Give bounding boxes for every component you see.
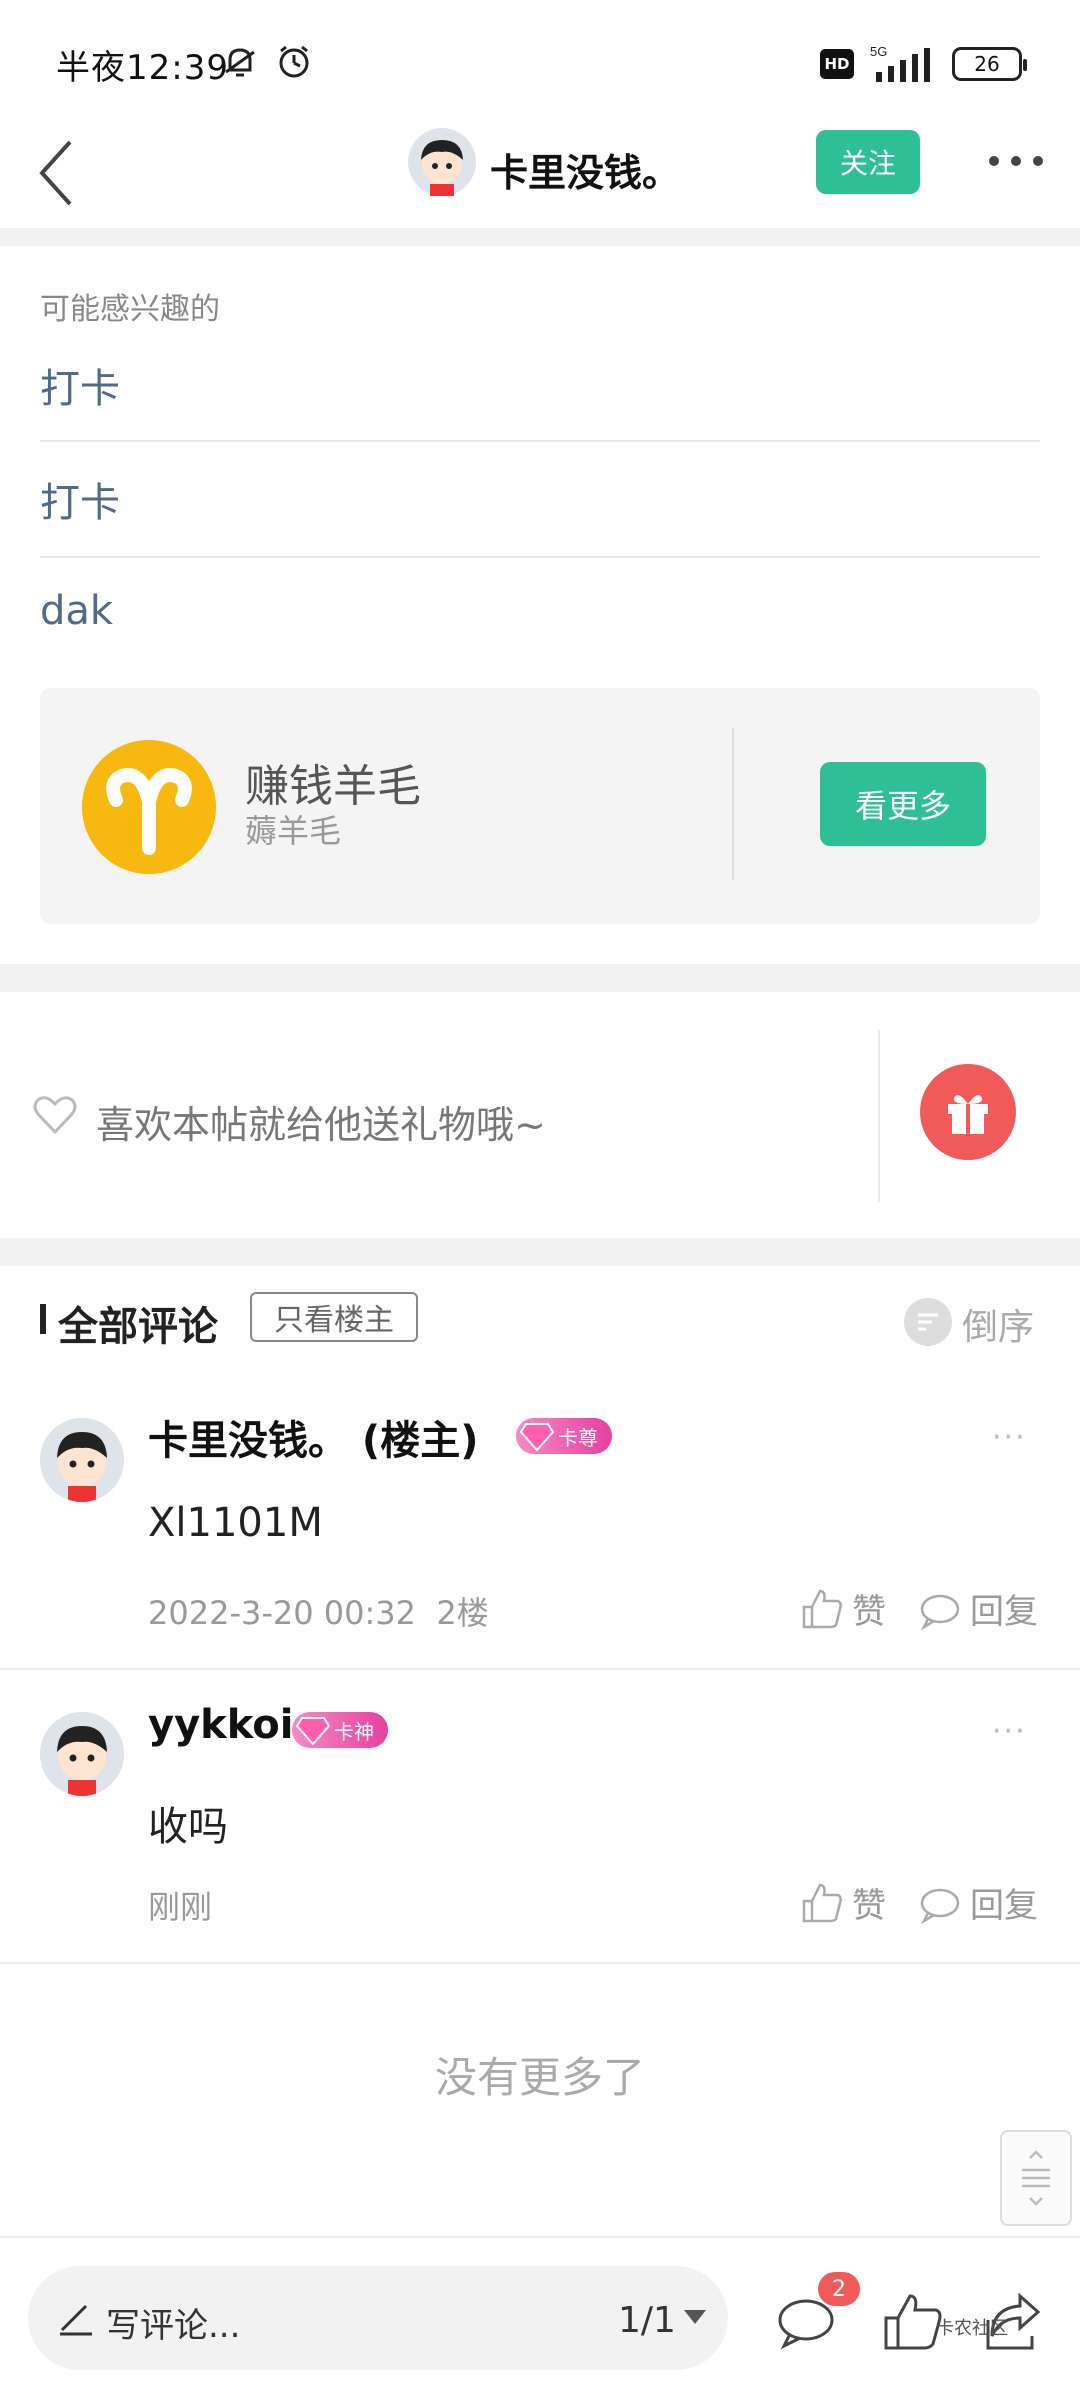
author-name[interactable]: 卡里没钱。 [490, 142, 680, 197]
status-time: 半夜12:39 [56, 48, 229, 88]
comment-body: 收吗 [148, 1804, 228, 1850]
back-arrow-icon[interactable] [28, 128, 88, 218]
level-badge-label: 卡神 [334, 1719, 374, 1744]
diamond-icon [296, 1717, 330, 1746]
like-button[interactable]: 赞 [800, 1584, 886, 1633]
comment-count-badge: 2 [818, 2272, 860, 2306]
author-avatar[interactable] [408, 128, 476, 196]
pencil-icon [60, 2304, 92, 2336]
comments-accent-bar [40, 1304, 46, 1334]
gift-icon [948, 1095, 988, 1134]
battery-level: 26 [974, 52, 1000, 76]
divider [0, 1668, 1080, 1670]
like-label: 赞 [852, 1592, 886, 1632]
status-bar: 半夜12:39 HD 5G 26 [0, 0, 1080, 120]
comment-author[interactable]: yykkoi [148, 1702, 293, 1748]
status-icons-right: HD 5G 26 [820, 42, 1027, 86]
only-op-toggle[interactable]: 只看楼主 [250, 1292, 418, 1342]
comment-bubble-icon [920, 1888, 960, 1924]
status-icons-left [220, 40, 314, 84]
interest-item[interactable]: 打卡 [40, 470, 1040, 528]
network-label: 5G [870, 44, 887, 59]
comment-meta: 2022-3-20 00:32 2楼 [148, 1588, 489, 1634]
heart-icon[interactable] [32, 1092, 78, 1138]
group-subtitle: 薅羊毛 [245, 812, 342, 850]
section-separator [0, 1238, 1080, 1266]
section-separator [0, 964, 1080, 992]
avatar[interactable] [40, 1712, 124, 1796]
comment-author[interactable]: 卡里没钱。 (楼主) [148, 1408, 479, 1466]
reply-label: 回复 [970, 1592, 1038, 1632]
like-button[interactable]: 赞 [800, 1878, 886, 1927]
alarm-icon [279, 45, 309, 78]
thumbs-up-icon[interactable] [880, 2290, 944, 2354]
gift-prompt[interactable]: 喜欢本帖就给他送礼物哦~ [96, 1094, 546, 1149]
comment-bubble-icon [920, 1594, 960, 1630]
level-badge: 卡神 [292, 1712, 388, 1748]
divider [40, 440, 1040, 442]
comment-more-icon[interactable]: ··· [992, 1714, 1027, 1749]
end-of-list-text: 没有更多了 [434, 2053, 645, 2102]
reply-label: 回复 [970, 1886, 1038, 1926]
bottom-bar: 写评论... 1/1 2 卡农社区 [0, 2236, 1080, 2400]
diamond-icon [520, 1423, 554, 1452]
sort-icon[interactable] [904, 1298, 952, 1346]
level-badge-label: 卡尊 [558, 1425, 598, 1450]
chevron-down-icon[interactable] [684, 2310, 706, 2324]
watermark-text: 卡农社区 [936, 2318, 1008, 2339]
sort-label[interactable]: 倒序 [962, 1298, 1034, 1350]
section-separator [0, 228, 1080, 246]
thumbs-up-icon [802, 1589, 842, 1628]
signal-icon: 5G [870, 44, 930, 82]
comment-time: 刚刚 [148, 1888, 213, 1926]
comment-time: 2022-3-20 00:32 [148, 1594, 416, 1632]
scroll-lines-icon [1022, 2150, 1050, 2206]
comment-meta: 刚刚 [148, 1882, 212, 1928]
write-comment-placeholder: 写评论... [106, 2306, 241, 2346]
level-badge: 卡尊 [516, 1418, 612, 1454]
comments-title: 全部评论 [58, 1304, 218, 1350]
reply-button[interactable]: 回复 [918, 1878, 1038, 1927]
gift-button[interactable] [920, 1064, 1016, 1160]
divider [0, 1962, 1080, 1964]
follow-button[interactable]: 关注 [816, 130, 920, 194]
page-indicator[interactable]: 1/1 [618, 2300, 676, 2341]
divider [878, 1030, 880, 1202]
group-card[interactable]: 赚钱羊毛 薅羊毛 看更多 [40, 688, 1040, 924]
mute-bell-icon [225, 48, 255, 77]
like-label: 赞 [852, 1886, 886, 1926]
comment-body: Xl1101M [148, 1500, 323, 1546]
thumbs-up-icon [802, 1883, 842, 1922]
interest-label: 可能感兴趣的 [40, 292, 220, 327]
battery-icon: 26 [952, 47, 1027, 81]
reply-button[interactable]: 回复 [918, 1584, 1038, 1633]
write-comment-input[interactable]: 写评论... 1/1 [28, 2266, 728, 2370]
interest-item[interactable]: 打卡 [40, 356, 1040, 414]
comment-floor: 2楼 [436, 1594, 489, 1632]
aries-logo-icon [82, 740, 216, 874]
more-options-icon[interactable] [984, 136, 1048, 186]
divider [40, 556, 1040, 558]
avatar[interactable] [40, 1418, 124, 1502]
see-more-button[interactable]: 看更多 [820, 762, 986, 846]
interest-item[interactable]: dak [40, 588, 1040, 634]
scroll-to-top-button[interactable] [1000, 2130, 1072, 2226]
comment-more-icon[interactable]: ··· [992, 1420, 1027, 1455]
divider [732, 728, 734, 880]
group-name: 赚钱羊毛 [245, 761, 421, 812]
hd-icon: HD [820, 49, 854, 79]
